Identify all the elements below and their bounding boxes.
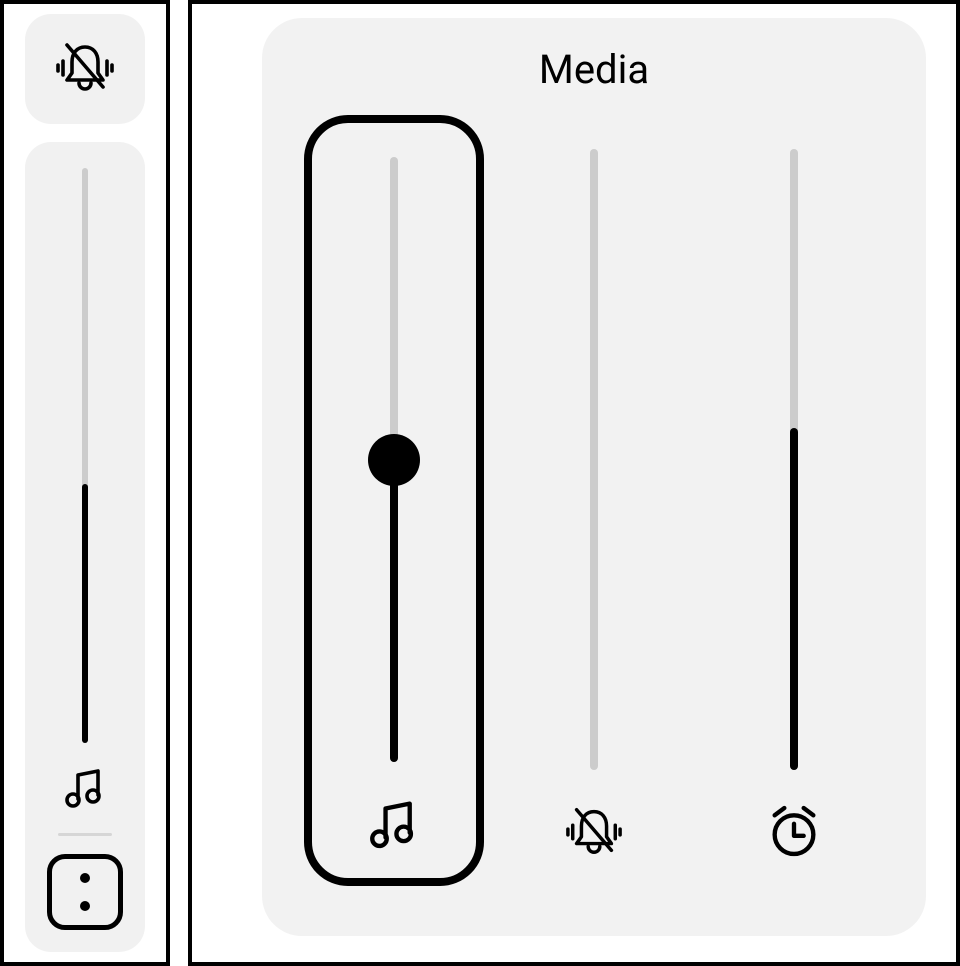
slider-media[interactable]	[294, 115, 494, 886]
volume-slider-alarm[interactable]	[788, 149, 800, 770]
slider-ring[interactable]	[494, 115, 694, 886]
slider-thumb[interactable]	[368, 434, 420, 486]
divider	[58, 833, 112, 836]
bell-slash-icon	[53, 37, 117, 101]
compact-volume-panel	[0, 0, 170, 966]
expand-sliders-button[interactable]	[47, 854, 123, 930]
slider-box-alarm[interactable]	[704, 115, 884, 886]
volume-slider-media[interactable]	[388, 157, 400, 762]
alarm-clock-icon	[765, 796, 823, 866]
slider-box-media[interactable]	[304, 115, 484, 886]
more-icon	[80, 873, 90, 911]
volume-slider-ring[interactable]	[588, 149, 600, 770]
panel-title: Media	[539, 46, 649, 93]
music-note-icon	[365, 788, 423, 858]
compact-media-slider[interactable]	[81, 168, 89, 743]
bell-slash-icon	[556, 796, 632, 866]
expanded-volume-panel-frame: Media	[188, 0, 960, 966]
slider-alarm[interactable]	[694, 115, 894, 886]
ring-mode-button[interactable]	[25, 14, 145, 124]
slider-row	[294, 115, 894, 886]
expanded-volume-panel: Media	[262, 18, 926, 936]
music-note-icon	[61, 763, 109, 811]
slider-box-ring[interactable]	[504, 115, 684, 886]
compact-media-slider-track	[25, 142, 145, 952]
